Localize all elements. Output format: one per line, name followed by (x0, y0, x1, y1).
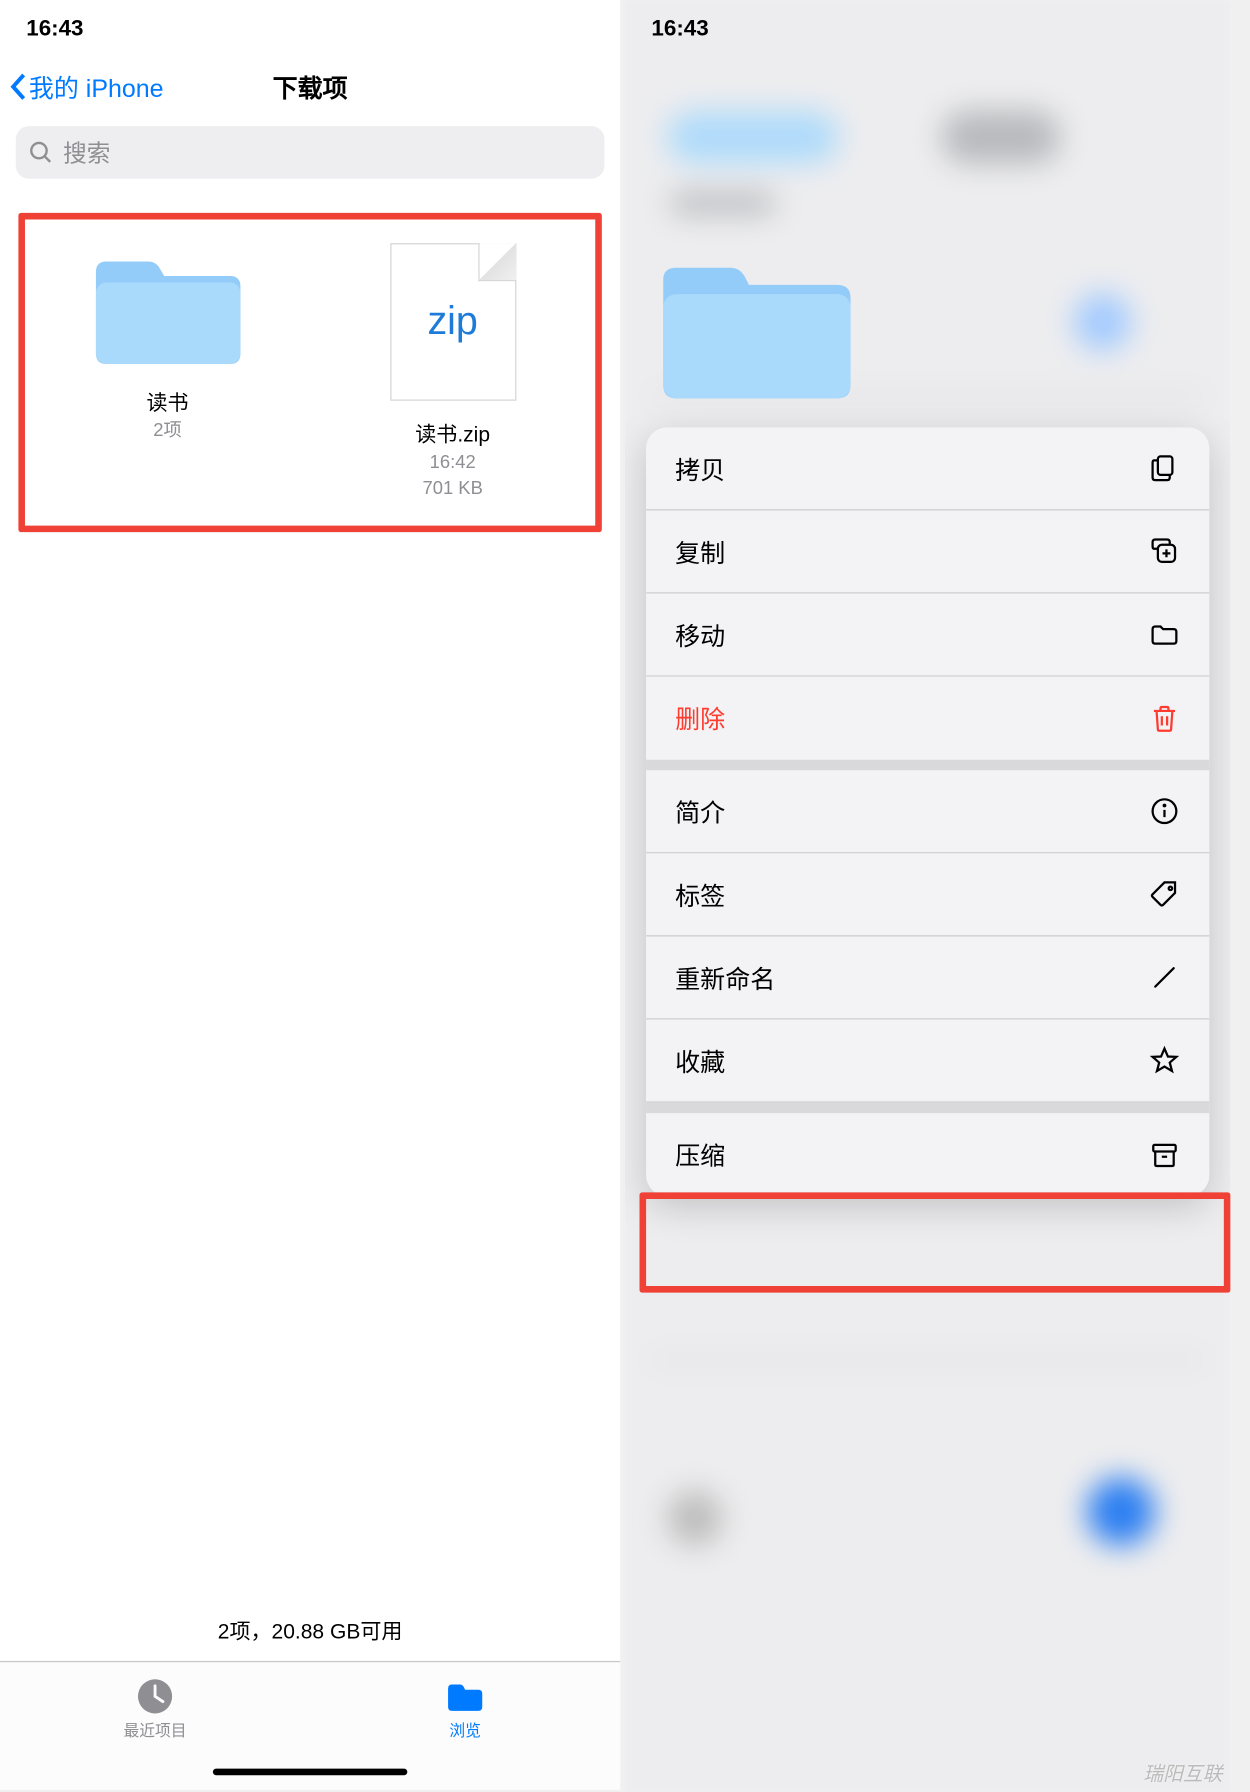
folder-item[interactable]: 读书 2项 (30, 243, 305, 499)
tab-recent-label: 最近项目 (123, 1719, 186, 1741)
menu-compress[interactable]: 压缩 (646, 1113, 1209, 1196)
zip-file-icon: zip (390, 243, 516, 401)
copy-icon (1149, 452, 1181, 484)
folder-icon (444, 1677, 486, 1716)
tab-bar: 最近项目 浏览 (0, 1661, 620, 1756)
folder-move-icon (1149, 619, 1181, 651)
watermark: 瑞阳互联 (1143, 1760, 1222, 1788)
back-label: 我的 iPhone (29, 69, 164, 104)
menu-delete[interactable]: 删除 (646, 677, 1209, 760)
info-icon (1149, 795, 1181, 827)
folder-meta: 2项 (153, 419, 182, 442)
context-folder-icon[interactable] (657, 245, 857, 403)
folder-name: 读书 (146, 385, 188, 417)
zip-item[interactable]: zip 读书.zip 16:42 701 KB (315, 243, 590, 499)
archive-icon (1149, 1139, 1181, 1171)
bottom-status: 2项，20.88 GB可用 (0, 1598, 620, 1661)
menu-tags[interactable]: 标签 (646, 853, 1209, 936)
menu-rename[interactable]: 重新命名 (646, 936, 1209, 1019)
pencil-icon (1149, 962, 1181, 994)
tab-recent[interactable]: 最近项目 (0, 1662, 310, 1755)
zip-name: 读书.zip (415, 417, 490, 449)
duplicate-icon (1149, 536, 1181, 568)
status-bar-right: 16:43 (625, 0, 1230, 58)
menu-copy[interactable]: 拷贝 (646, 427, 1209, 510)
menu-move[interactable]: 移动 (646, 594, 1209, 677)
menu-favorite[interactable]: 收藏 (646, 1020, 1209, 1103)
folder-icon (90, 243, 245, 369)
tab-browse[interactable]: 浏览 (310, 1662, 620, 1755)
search-placeholder: 搜索 (63, 135, 110, 169)
trash-icon (1149, 702, 1181, 734)
clock: 16:43 (26, 16, 83, 42)
page-title: 下载项 (273, 69, 348, 104)
zip-size: 701 KB (422, 476, 482, 499)
search-input[interactable]: 搜索 (16, 126, 605, 179)
zip-time: 16:42 (430, 451, 476, 474)
tab-browse-label: 浏览 (449, 1719, 481, 1741)
highlight-files-area: 读书 2项 zip 读书.zip 16:42 701 KB (18, 213, 601, 532)
clock-icon (134, 1677, 176, 1716)
home-indicator[interactable] (0, 1756, 620, 1790)
chevron-left-icon (8, 71, 29, 103)
highlight-compress-box (640, 1192, 1231, 1292)
search-icon (29, 141, 53, 165)
menu-info[interactable]: 简介 (646, 770, 1209, 853)
back-button[interactable]: 我的 iPhone (0, 69, 164, 104)
tag-icon (1149, 878, 1181, 910)
clock: 16:43 (651, 16, 708, 42)
status-bar-left: 16:43 (0, 0, 620, 58)
menu-duplicate[interactable]: 复制 (646, 510, 1209, 593)
nav-bar: 我的 iPhone 下载项 (0, 58, 620, 116)
context-menu: 拷贝 复制 移动 删除 (646, 427, 1209, 1196)
star-icon (1149, 1045, 1181, 1077)
